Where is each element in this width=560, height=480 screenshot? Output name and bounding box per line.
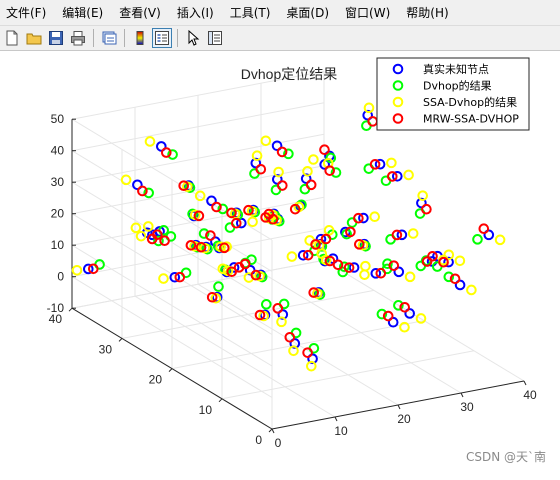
series-3-point [260, 135, 272, 147]
series-3-point [286, 251, 298, 262]
grid-line [121, 289, 375, 339]
save-icon[interactable] [46, 28, 66, 48]
series-2-point [472, 234, 483, 245]
menu-desktop[interactable]: 桌面(D) [286, 4, 329, 21]
y-tick-label: 20 [149, 373, 163, 387]
y-tick-label: 10 [199, 403, 213, 417]
figure-toolbar [0, 26, 560, 51]
y-tick-label: 30 [99, 342, 113, 356]
series-3-point [130, 222, 142, 234]
series-3-point [386, 157, 397, 169]
menu-help[interactable]: 帮助(H) [406, 4, 448, 21]
y-tick [268, 428, 273, 433]
y-tick [68, 307, 73, 312]
print-icon[interactable] [68, 28, 88, 48]
menu-insert[interactable]: 插入(I) [177, 4, 214, 21]
x-tick [271, 428, 275, 434]
grid-line [221, 350, 475, 400]
y-tick [118, 338, 123, 342]
series-3-point [454, 255, 466, 267]
x-tick [460, 392, 464, 398]
open-folder-icon[interactable] [24, 28, 44, 48]
series-4-point [367, 116, 379, 127]
x-tick [523, 380, 527, 386]
menu-file[interactable]: 文件(F) [6, 4, 46, 21]
series-3-point [369, 211, 381, 223]
legend-label-3: SSA-Dvhop的结果 [423, 95, 517, 109]
y-tick [168, 368, 173, 372]
y-tick-label: 0 [255, 433, 262, 447]
menu-bar: 文件(F) 编辑(E) 查看(V) 插入(I) 工具(T) 桌面(D) 窗口(W… [0, 0, 560, 26]
legend[interactable]: 真实未知节点 Dvhop的结果 SSA-Dvhop的结果 MRW-SSA-DVHOP [376, 57, 530, 131]
x-tick-label: 40 [523, 388, 537, 402]
x-tick-label: 0 [275, 436, 282, 450]
series-3-point [158, 273, 169, 284]
watermark: CSDN @天`南 [465, 450, 546, 464]
toolbar-separator [177, 29, 178, 47]
x-tick-label: 10 [334, 424, 348, 438]
series-2-point [261, 299, 272, 310]
menu-window[interactable]: 窗口(W) [345, 4, 390, 21]
plot-3d: 010203040010203040-1001020304050 Dvhop定位… [47, 57, 537, 450]
series-3-point [144, 136, 156, 147]
series-3-point [494, 234, 506, 246]
chart-title: Dvhop定位结果 [241, 66, 337, 82]
menu-view[interactable]: 查看(V) [119, 4, 161, 21]
toolbar-separator [124, 29, 125, 47]
series-3-point [194, 190, 206, 202]
x-tick-label: 20 [397, 412, 411, 426]
series-4-point [421, 203, 432, 215]
legend-label-4: MRW-SSA-DVHOP [423, 113, 519, 126]
property-inspector-icon[interactable] [205, 28, 225, 48]
z-tick-label: 20 [51, 207, 65, 221]
series-3-point [404, 271, 416, 283]
z-tick-label: 50 [51, 112, 65, 126]
y-tick [218, 398, 223, 403]
new-file-icon[interactable] [2, 28, 22, 48]
legend-label-1: 真实未知节点 [423, 62, 489, 76]
series-3-point [360, 260, 371, 272]
series-4-point [478, 223, 490, 234]
pointer-icon[interactable] [183, 28, 203, 48]
menu-tools[interactable]: 工具(T) [230, 4, 271, 21]
z-tick-label: -10 [47, 301, 65, 315]
z-tick-label: 0 [57, 270, 64, 284]
toolbar-separator [93, 29, 94, 47]
colorbar-icon[interactable] [130, 28, 150, 48]
series-3-point [466, 284, 477, 296]
series-3-point [247, 216, 258, 228]
x-tick-label: 30 [460, 400, 474, 414]
z-tick-label: 40 [51, 144, 65, 158]
legend-icon[interactable] [152, 28, 172, 48]
z-tick-label: 30 [51, 175, 65, 189]
series-3-point [407, 228, 419, 239]
series-3-point [403, 169, 414, 181]
link-figure-icon[interactable] [99, 28, 119, 48]
menu-edit[interactable]: 编辑(E) [62, 4, 103, 21]
series-3-point [308, 154, 319, 165]
series-3-point [359, 269, 370, 280]
x-tick [397, 404, 401, 410]
legend-label-2: Dvhop的结果 [423, 79, 492, 93]
z-tick-label: 10 [51, 238, 65, 252]
series-3-point [71, 264, 83, 276]
series-4-point [277, 180, 288, 191]
series-4-point [305, 179, 317, 191]
x-tick [334, 416, 338, 422]
figure-canvas: 0 10 20 30 40 0 10 20 30 40 -10 0 10 20 30 40 50 Dvhop定位… [0, 51, 560, 475]
